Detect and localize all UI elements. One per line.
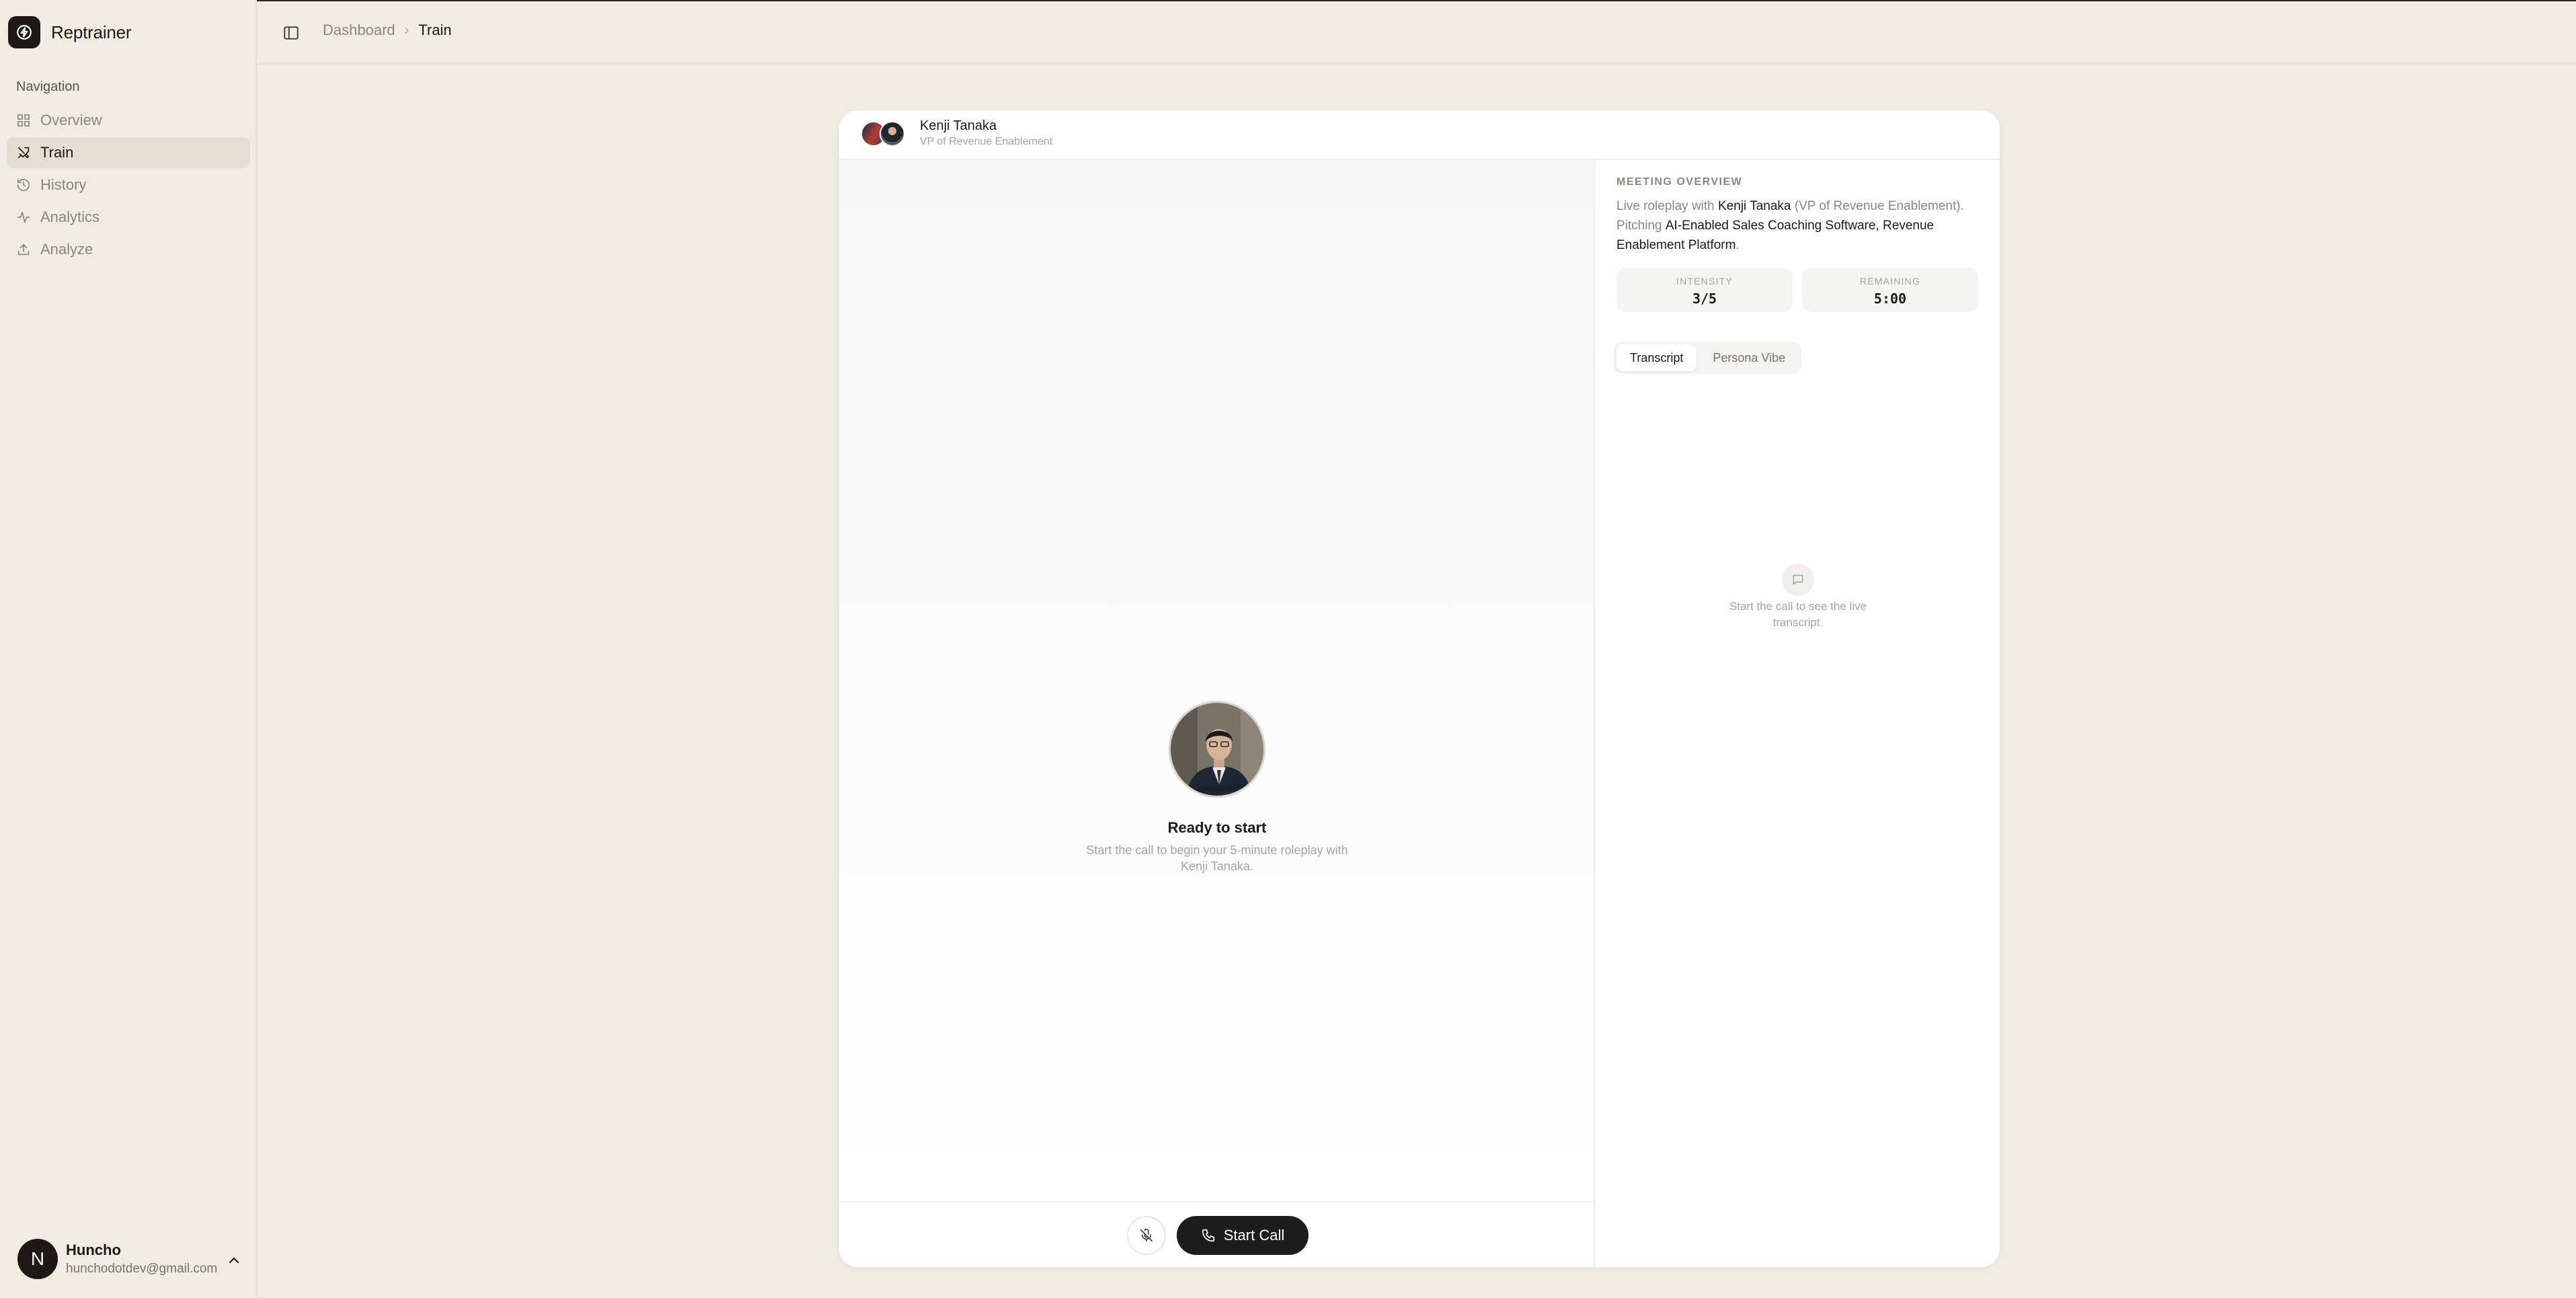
remaining-label: REMAINING	[1859, 276, 1921, 287]
intensity-label: INTENSITY	[1676, 276, 1733, 287]
lightning-logo-icon	[8, 16, 40, 48]
chevron-up-icon[interactable]	[226, 1252, 242, 1268]
sidebar-item-analytics[interactable]: Analytics	[7, 202, 250, 233]
ready-subtitle: Start the call to begin your 5-minute ro…	[1086, 843, 1348, 873]
sidebar-toggle-icon[interactable]	[282, 24, 300, 42]
ready-title: Ready to start	[1167, 819, 1267, 836]
persona-name: Kenji Tanaka	[920, 118, 997, 133]
chat-bubble-icon	[1782, 564, 1814, 596]
sidebar-item-history[interactable]: History	[7, 169, 250, 200]
training-session-card: Kenji Tanaka VP of Revenue Enablement Re…	[839, 110, 2000, 1267]
intensity-value: 3/5	[1692, 291, 1717, 307]
breadcrumb-train: Train	[418, 22, 452, 38]
grid-icon	[17, 114, 30, 127]
call-controls: Start Call	[839, 1201, 1595, 1267]
breadcrumb-dashboard[interactable]: Dashboard	[323, 22, 395, 39]
avatar: N	[17, 1239, 58, 1279]
remaining-value: 5:00	[1873, 291, 1907, 307]
session-header: Kenji Tanaka VP of Revenue Enablement	[839, 110, 2000, 160]
sidebar-item-analyze[interactable]: Analyze	[7, 234, 250, 265]
nav-heading: Navigation	[16, 79, 80, 94]
tab-transcript[interactable]: Transcript	[1616, 344, 1697, 371]
sidebar: Reptrainer Navigation Overview Train His…	[0, 0, 257, 1298]
start-call-button[interactable]: Start Call	[1177, 1216, 1309, 1255]
sidebar-item-overview[interactable]: Overview	[7, 105, 250, 136]
history-icon	[17, 178, 30, 192]
transcript-empty-text: Start the call to see the live transcrip…	[1729, 600, 1867, 629]
user-menu[interactable]: N Huncho hunchodotdev@gmail.com	[17, 1239, 217, 1279]
phone-icon	[1202, 1229, 1214, 1242]
mic-off-icon	[1140, 1229, 1153, 1242]
sidebar-item-label: Overview	[40, 112, 102, 128]
swords-icon	[17, 147, 30, 159]
persona-portrait	[1169, 701, 1265, 798]
brand-name: Reptrainer	[51, 22, 132, 42]
chevron-right-icon: ›	[404, 22, 409, 38]
sidebar-item-train[interactable]: Train	[7, 137, 250, 168]
meeting-overview-text: Live roleplay with Kenji Tanaka (VP of R…	[1616, 199, 1964, 252]
activity-icon	[17, 211, 30, 223]
start-call-label: Start Call	[1223, 1227, 1285, 1244]
remaining-stat: REMAINING 5:00	[1802, 268, 1978, 312]
sidebar-item-label: Analytics	[40, 208, 100, 225]
persona-role: VP of Revenue Enablement	[920, 136, 1053, 147]
sidebar-item-label: Train	[40, 144, 74, 161]
panel-tabs: Transcript Persona Vibe	[1614, 342, 1802, 374]
meeting-overview-label: MEETING OVERVIEW	[1616, 176, 1743, 188]
sidebar-item-label: Analyze	[40, 241, 93, 258]
tab-persona-vibe[interactable]: Persona Vibe	[1699, 344, 1799, 371]
user-email: hunchodotdev@gmail.com	[66, 1262, 218, 1276]
sidebar-item-label: History	[40, 176, 87, 193]
sidebar-nav: Overview Train History Analytics Analyze	[7, 105, 250, 266]
breadcrumb: Dashboard › Train	[323, 22, 452, 39]
meeting-panel: MEETING OVERVIEW Live roleplay with Kenj…	[1595, 160, 2000, 1267]
top-bar: Dashboard › Train	[257, 0, 2576, 65]
persona-avatar-stack	[861, 121, 908, 148]
brand[interactable]: Reptrainer	[8, 16, 132, 48]
avatar	[880, 121, 905, 147]
user-name: Huncho	[66, 1242, 121, 1258]
intensity-stat: INTENSITY 3/5	[1616, 268, 1793, 312]
upload-icon	[17, 243, 30, 256]
mute-button[interactable]	[1127, 1216, 1166, 1255]
call-stage: Ready to start Start the call to begin y…	[839, 160, 1595, 1201]
